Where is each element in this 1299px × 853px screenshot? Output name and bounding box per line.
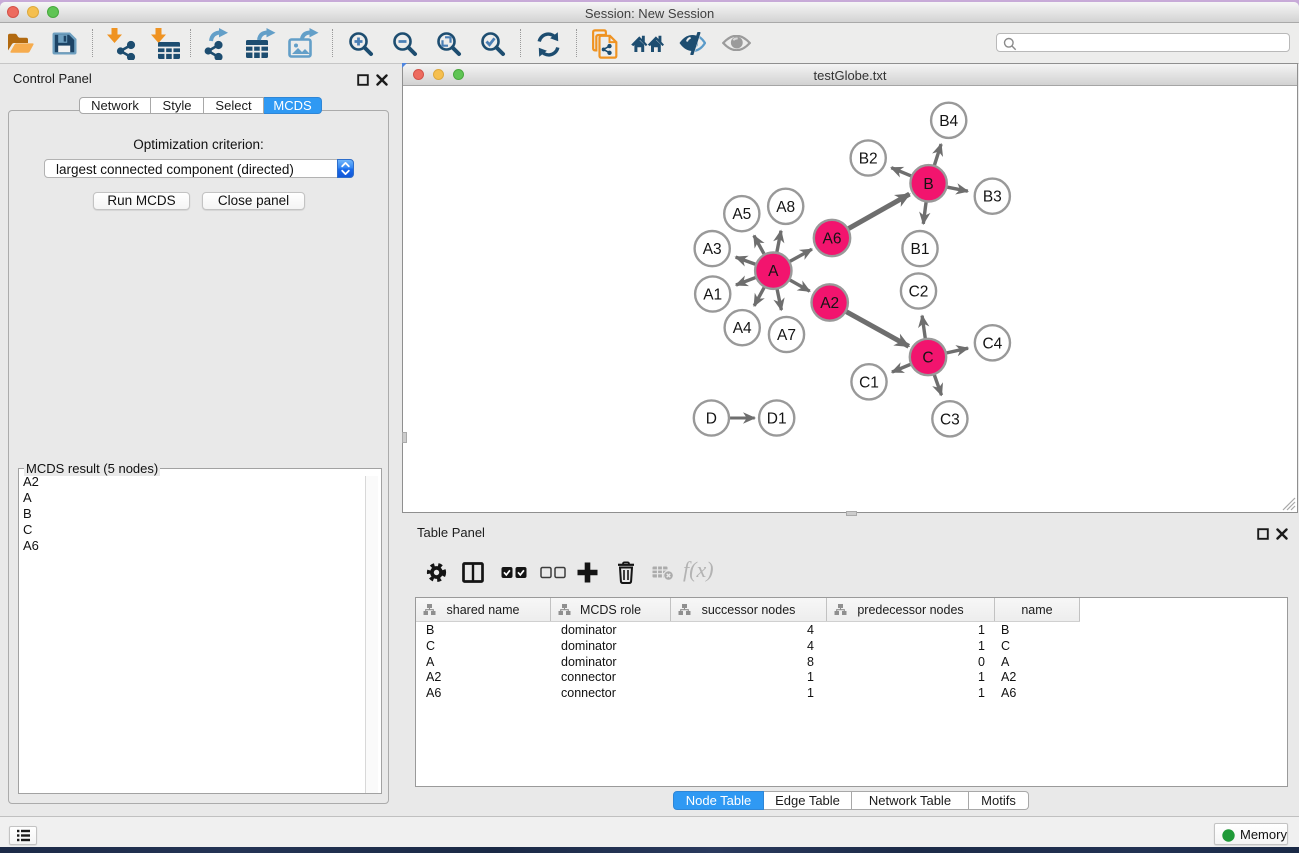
svg-text:A1: A1 xyxy=(703,287,722,304)
svg-text:B1: B1 xyxy=(911,241,930,258)
svg-text:C4: C4 xyxy=(982,335,1002,352)
svg-text:C1: C1 xyxy=(859,374,879,391)
svg-text:B2: B2 xyxy=(859,151,878,168)
svg-text:B: B xyxy=(923,176,933,193)
svg-text:A5: A5 xyxy=(732,206,751,223)
svg-text:B3: B3 xyxy=(983,189,1002,206)
svg-text:A6: A6 xyxy=(823,231,842,248)
svg-text:A7: A7 xyxy=(777,327,796,344)
svg-text:A2: A2 xyxy=(820,295,839,312)
svg-text:D: D xyxy=(706,411,717,428)
svg-text:C: C xyxy=(922,350,933,367)
svg-text:C3: C3 xyxy=(940,411,960,428)
svg-text:A8: A8 xyxy=(776,199,795,216)
svg-text:A4: A4 xyxy=(733,320,752,337)
svg-text:D1: D1 xyxy=(767,411,787,428)
svg-text:A3: A3 xyxy=(703,241,722,258)
svg-text:B4: B4 xyxy=(939,113,958,130)
svg-text:A: A xyxy=(768,263,779,280)
svg-text:C2: C2 xyxy=(909,284,929,301)
